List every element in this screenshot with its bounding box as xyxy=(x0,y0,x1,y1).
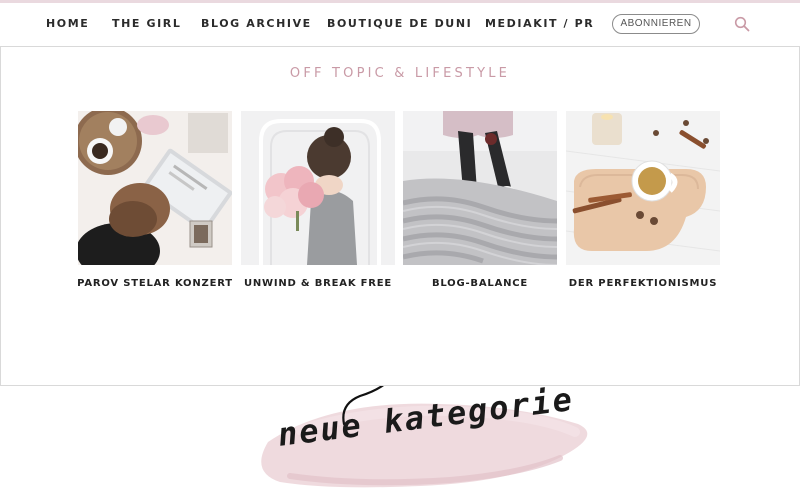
post-title[interactable]: UNWIND & BREAK FREE xyxy=(231,278,405,289)
nav-item-mediakit[interactable]: MEDIAKIT / PR xyxy=(485,17,594,30)
post-card[interactable]: UNWIND & BREAK FREE xyxy=(241,111,395,289)
post-thumbnail-image[interactable] xyxy=(566,111,720,265)
post-thumbnail-image[interactable] xyxy=(403,111,557,265)
subscribe-button[interactable]: ABONNIEREN xyxy=(612,14,700,34)
post-card[interactable]: BLOG-BALANCE xyxy=(403,111,557,289)
search-icon[interactable] xyxy=(734,16,750,32)
section-title: OFF TOPIC & LIFESTYLE xyxy=(289,66,511,81)
post-card[interactable]: PAROV STELAR KONZERT xyxy=(77,111,232,289)
nav-item-blog-archive[interactable]: BLOG ARCHIVE xyxy=(201,17,312,30)
post-thumbnail-image[interactable] xyxy=(78,111,232,265)
post-thumbnail-image[interactable] xyxy=(241,111,395,265)
page: HOME THE GIRL BLOG ARCHIVE BOUTIQUE DE D… xyxy=(0,0,800,501)
post-title[interactable]: DER PERFEKTIONISMUS xyxy=(556,278,730,289)
post-title[interactable]: BLOG-BALANCE xyxy=(393,278,567,289)
nav-item-the-girl[interactable]: THE GIRL xyxy=(112,17,181,30)
main-navigation: HOME THE GIRL BLOG ARCHIVE BOUTIQUE DE D… xyxy=(0,3,800,47)
post-title[interactable]: PAROV STELAR KONZERT xyxy=(68,278,242,289)
nav-item-home[interactable]: HOME xyxy=(46,17,89,30)
post-card[interactable]: DER PERFEKTIONISMUS xyxy=(566,111,720,289)
nav-item-boutique[interactable]: BOUTIQUE DE DUNI xyxy=(327,17,472,30)
annotation: neue kategorie xyxy=(0,380,800,501)
